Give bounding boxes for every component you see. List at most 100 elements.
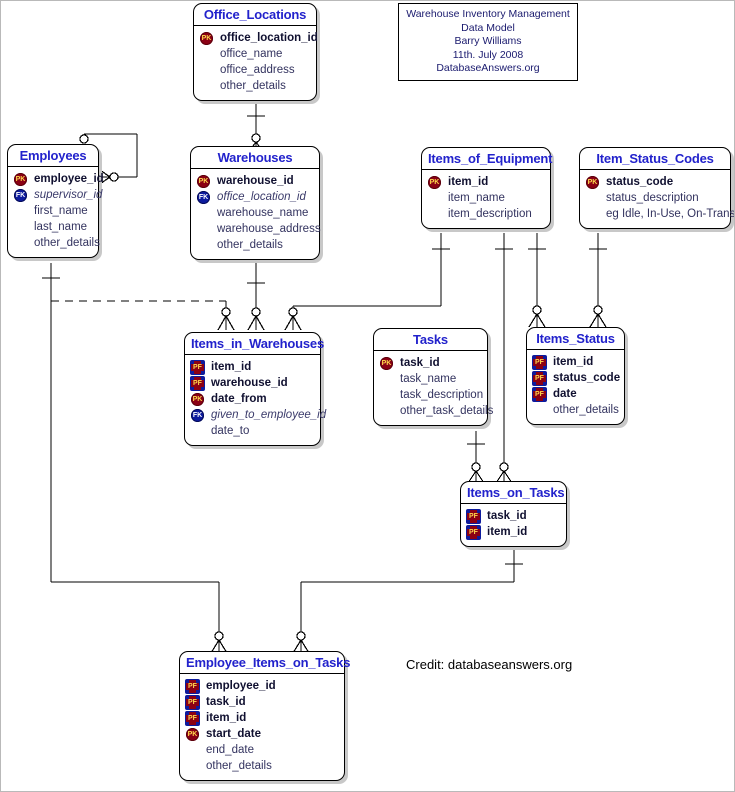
- attribute-label: date: [553, 388, 577, 400]
- attribute-row: item_name: [428, 190, 544, 206]
- primary-foreign-key-icon: PF: [191, 360, 204, 374]
- attribute-list: PF item_id PF warehouse_id PK date_from FK give…: [185, 355, 326, 445]
- entity-title: Item_Status_Codes: [580, 148, 730, 170]
- attribute-row: warehouse_name: [197, 205, 313, 221]
- entity-title: Office_Locations: [194, 4, 316, 26]
- attribute-list: PF task_id PF item_id: [461, 504, 566, 546]
- attribute-row: FK office_location_id: [197, 189, 313, 205]
- entity-office-locations[interactable]: Office_Locations PK office_location_idoffi…: [193, 3, 318, 101]
- attribute-label: item_name: [448, 192, 505, 204]
- attribute-row: eg Idle, In-Use, On-Transit: [586, 206, 734, 222]
- attribute-row: office_address: [200, 62, 310, 78]
- badge-spacer: [586, 208, 604, 221]
- attribute-row: FK given_to_employee_id: [191, 407, 326, 423]
- attribute-row: PF item_id: [191, 359, 314, 375]
- attribute-label: employee_id: [206, 680, 276, 692]
- entity-title: Employee_Items_on_Tasks: [180, 652, 350, 674]
- attribute-label: last_name: [34, 221, 88, 233]
- attribute-row: PK item_id: [428, 174, 544, 190]
- attribute-row: office_name: [200, 46, 310, 62]
- attribute-list: PK status_code status_description eg Idle, …: [580, 170, 734, 228]
- attribute-label: task_id: [400, 357, 440, 369]
- attribute-row: PK start_date: [186, 726, 338, 742]
- attribute-row: PK task_id: [380, 355, 481, 371]
- attribute-label: warehouse_name: [217, 207, 309, 219]
- foreign-key-icon: FK: [191, 408, 204, 422]
- badge-spacer: [428, 192, 446, 205]
- title-line-1: Warehouse Inventory Management: [406, 8, 570, 20]
- entity-items-of-equipment[interactable]: Items_of_Equipment PK item_id item_nameitem…: [421, 147, 552, 229]
- entity-tasks[interactable]: Tasks PK task_id task_name task_description o…: [373, 328, 493, 426]
- primary-key-icon: PK: [197, 174, 210, 188]
- attribute-label: other_details: [217, 239, 283, 251]
- attribute-row: other_details: [533, 402, 619, 418]
- badge-spacer: [197, 223, 215, 236]
- entity-employees[interactable]: Employees PK employee_id FK supervisor_id fir…: [7, 144, 104, 258]
- entity-warehouses[interactable]: Warehouses PK warehouse_id FK office_locatio…: [190, 146, 321, 260]
- badge-spacer: [197, 207, 215, 220]
- attribute-row: PF date: [533, 386, 618, 402]
- badge-spacer: [186, 760, 204, 773]
- attribute-label: start_date: [206, 728, 261, 740]
- attribute-row: PF item_id: [533, 354, 618, 370]
- attribute-label: status_code: [553, 372, 621, 384]
- badge-spacer: [200, 64, 218, 77]
- primary-key-icon: PK: [380, 356, 393, 370]
- attribute-label: office_name: [220, 48, 283, 60]
- entity-items-status[interactable]: Items_Status PF item_id PF status_code PF date…: [526, 327, 625, 425]
- attribute-row: PF task_id: [186, 694, 338, 710]
- attribute-label: eg Idle, In-Use, On-Transit: [606, 208, 735, 220]
- badge-spacer: [186, 744, 204, 757]
- primary-foreign-key-icon: PF: [533, 355, 546, 369]
- attribute-row: item_description: [428, 206, 544, 222]
- badge-spacer: [380, 405, 398, 418]
- attribute-row: PF item_id: [186, 710, 338, 726]
- attribute-row: PF task_id: [467, 508, 560, 524]
- badge-spacer: [533, 404, 551, 417]
- attribute-label: first_name: [34, 205, 88, 217]
- attribute-row: date_to: [191, 423, 314, 439]
- attribute-row: warehouse_address: [197, 221, 321, 237]
- attribute-row: status_description: [586, 190, 724, 206]
- attribute-row: other_details: [14, 235, 100, 251]
- title-line-5: DatabaseAnswers.org: [436, 62, 540, 74]
- foreign-key-icon: FK: [14, 188, 27, 202]
- badge-spacer: [380, 373, 398, 386]
- credit-text: Credit: databaseanswers.org: [406, 657, 573, 672]
- attribute-label: other_task_details: [400, 405, 494, 417]
- attribute-label: task_description: [400, 389, 484, 401]
- attribute-label: item_id: [448, 176, 489, 188]
- attribute-list: PK task_id task_name task_description other_…: [374, 351, 493, 425]
- attribute-label: status_code: [606, 176, 674, 188]
- attribute-row: PK warehouse_id: [197, 173, 313, 189]
- entity-items-on-tasks[interactable]: Items_on_Tasks PF task_id PF item_id: [460, 481, 567, 547]
- primary-foreign-key-icon: PF: [467, 525, 480, 539]
- attribute-label: other_details: [553, 404, 619, 416]
- entity-title: Items_Status: [527, 328, 624, 350]
- title-line-2: Data Model: [461, 21, 515, 34]
- attribute-list: PK office_location_id office_name office_ad…: [194, 26, 318, 100]
- attribute-label: office_address: [220, 64, 295, 76]
- attribute-label: other_details: [206, 760, 272, 772]
- entity-employee-items-on-tasks[interactable]: Employee_Items_on_Tasks PF employee_id PF ta…: [179, 651, 350, 781]
- entity-title: Items_of_Equipment: [422, 148, 552, 170]
- er-diagram-canvas: Warehouse Inventory Management Data Mode…: [0, 0, 735, 792]
- attribute-row: PF warehouse_id: [191, 375, 314, 391]
- primary-foreign-key-icon: PF: [533, 387, 546, 401]
- entity-items-in-warehouses[interactable]: Items_in_Warehouses PF item_id PF warehouse_…: [184, 332, 326, 446]
- badge-spacer: [200, 48, 218, 61]
- badge-spacer: [191, 425, 209, 438]
- attribute-label: item_id: [487, 526, 528, 538]
- primary-foreign-key-icon: PF: [186, 711, 199, 725]
- attribute-label: other_details: [220, 80, 286, 92]
- primary-foreign-key-icon: PF: [533, 371, 546, 385]
- attribute-label: other_details: [34, 237, 100, 249]
- primary-key-icon: PK: [186, 727, 199, 741]
- primary-key-icon: PK: [428, 175, 441, 189]
- primary-foreign-key-icon: PF: [467, 509, 480, 523]
- entity-item-status-codes[interactable]: Item_Status_Codes PK status_code status_des…: [579, 147, 734, 229]
- foreign-key-icon: FK: [197, 190, 210, 204]
- entity-title: Tasks: [374, 329, 487, 351]
- attribute-row: PK employee_id: [14, 171, 104, 187]
- attribute-row: PK office_location_id: [200, 30, 318, 46]
